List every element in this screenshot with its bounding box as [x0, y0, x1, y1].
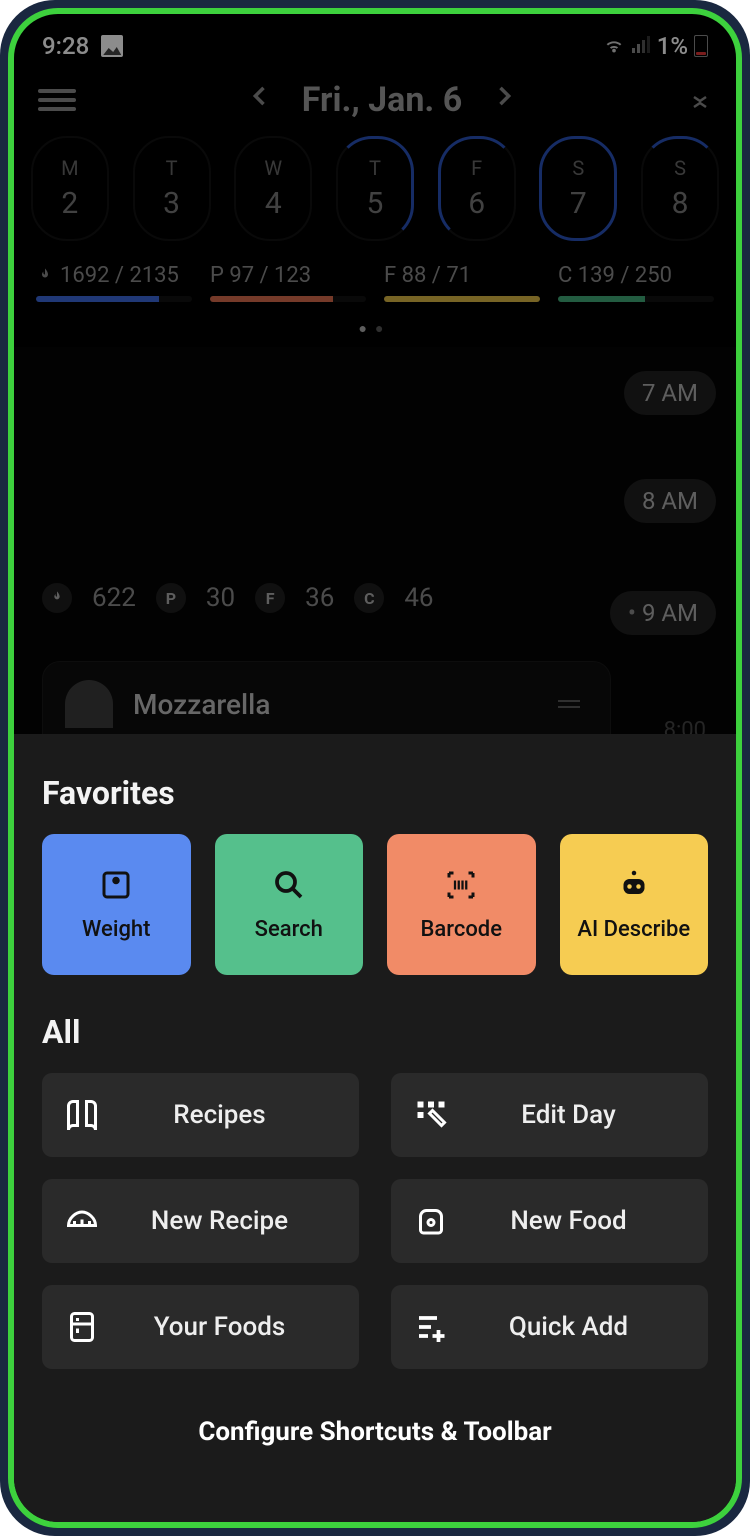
app-header: Fri., Jan. 6 [14, 70, 736, 130]
day-cell-tue[interactable]: T3 [133, 136, 211, 241]
list-plus-icon [413, 1309, 449, 1345]
all-new-recipe[interactable]: New Recipe [42, 1179, 359, 1263]
timeline[interactable]: 7 AM 8 AM 9 AM 622 P 30 F 36 C 46 Mozzar… [14, 347, 736, 747]
all-your-foods[interactable]: Your Foods [42, 1285, 359, 1369]
favorites-title: Favorites [42, 774, 708, 812]
day-cell-mon[interactable]: M2 [31, 136, 109, 241]
favorite-barcode[interactable]: Barcode [387, 834, 536, 975]
time-marker-7am: 7 AM [624, 371, 716, 415]
time-marker-8am: 8 AM [624, 479, 716, 523]
time-marker-9am: 9 AM [610, 591, 716, 635]
shortcuts-sheet: Favorites Weight Search Barcode AI Descr… [14, 734, 736, 1522]
fire-icon [42, 583, 72, 613]
signal-icon [631, 32, 651, 60]
favorite-search[interactable]: Search [215, 834, 364, 975]
all-quick-add[interactable]: Quick Add [391, 1285, 708, 1369]
menu-button[interactable] [38, 89, 76, 111]
meal-f: 36 [305, 583, 334, 613]
barcode-icon [443, 867, 479, 903]
robot-icon [616, 867, 652, 903]
page-indicator: ●● [14, 310, 736, 343]
macro-fat: F 88 / 71 [384, 263, 540, 302]
day-cell-sun[interactable]: S8 [641, 136, 719, 241]
favorites-row: Weight Search Barcode AI Describe [42, 834, 708, 975]
wifi-icon [603, 35, 625, 57]
all-title: All [42, 1013, 708, 1051]
book-icon [64, 1097, 100, 1133]
all-new-food[interactable]: New Food [391, 1179, 708, 1263]
day-cell-thu[interactable]: T5 [336, 136, 414, 241]
macro-calories: 1692 / 2135 [36, 263, 192, 302]
battery-pct: 1% [657, 32, 688, 60]
meal-p: 30 [206, 583, 235, 613]
date-title[interactable]: Fri., Jan. 6 [302, 80, 462, 120]
collapse-icon[interactable] [688, 88, 712, 112]
meal-c: 46 [404, 583, 433, 613]
battery-icon [694, 35, 708, 57]
day-cell-sat[interactable]: S7 [539, 136, 617, 241]
p-chip: P [156, 583, 186, 613]
day-cell-fri[interactable]: F6 [438, 136, 516, 241]
configure-shortcuts-button[interactable]: Configure Shortcuts & Toolbar [42, 1417, 708, 1447]
drag-handle-icon[interactable] [558, 700, 580, 708]
macro-carb: C 139 / 250 [558, 263, 714, 302]
scale-icon [98, 867, 134, 903]
next-day-button[interactable] [490, 82, 518, 118]
food-name: Mozzarella [133, 688, 270, 721]
favorite-weight[interactable]: Weight [42, 834, 191, 975]
screen: 9:28 1% [8, 8, 742, 1528]
week-strip: M2 T3 W4 T5 F6 S7 S8 [14, 130, 736, 241]
edit-grid-icon [413, 1097, 449, 1133]
bread-icon [413, 1203, 449, 1239]
meal-cal: 622 [92, 583, 136, 613]
croissant-icon [64, 1203, 100, 1239]
day-cell-wed[interactable]: W4 [234, 136, 312, 241]
c-chip: C [354, 583, 384, 613]
all-edit-day[interactable]: Edit Day [391, 1073, 708, 1157]
fridge-icon [64, 1309, 100, 1345]
all-recipes[interactable]: Recipes [42, 1073, 359, 1157]
status-bar: 9:28 1% [14, 14, 736, 70]
favorite-ai-describe[interactable]: AI Describe [560, 834, 709, 975]
food-image-icon [65, 680, 113, 728]
picture-icon [101, 35, 123, 57]
f-chip: F [255, 583, 285, 613]
device-frame: 9:28 1% [0, 0, 750, 1536]
macro-protein: P 97 / 123 [210, 263, 366, 302]
meal-stats: 622 P 30 F 36 C 46 [42, 583, 434, 613]
all-grid: Recipes Edit Day New Recipe New Food You… [42, 1073, 708, 1369]
prev-day-button[interactable] [246, 82, 274, 118]
status-time: 9:28 [42, 32, 89, 60]
search-icon [271, 867, 307, 903]
macro-summary: 1692 / 2135 P 97 / 123 F 88 / 71 C 139 /… [14, 241, 736, 310]
app-background: 9:28 1% [14, 14, 736, 747]
